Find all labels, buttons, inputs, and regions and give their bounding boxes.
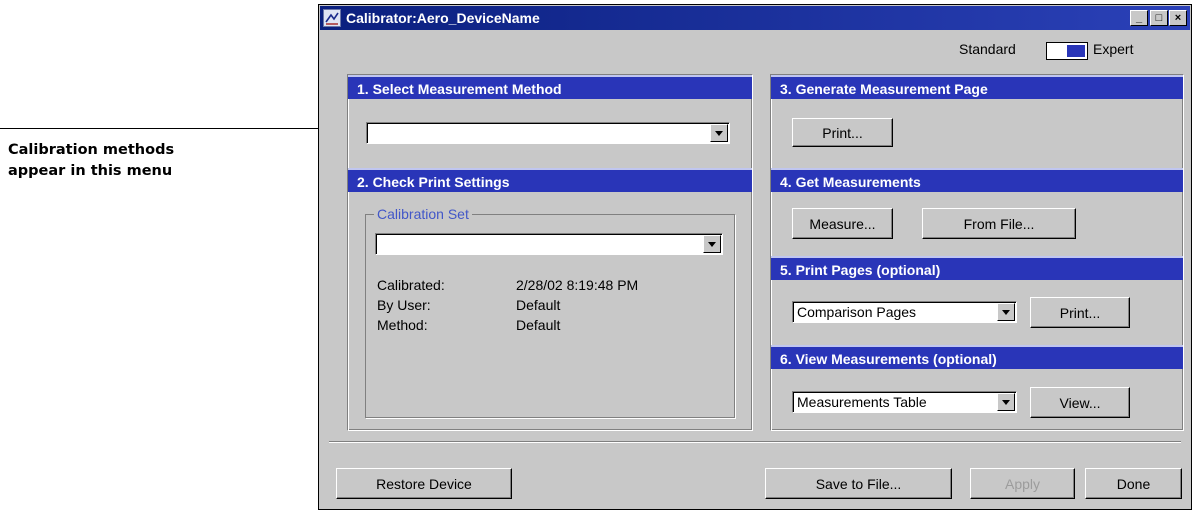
minimize-button[interactable]: _ (1130, 10, 1148, 26)
standard-label: Standard (959, 41, 1016, 57)
restore-device-button[interactable]: Restore Device (336, 468, 512, 499)
method-label: Method: (377, 317, 428, 333)
from-file-button[interactable]: From File... (922, 208, 1076, 239)
minimize-icon: _ (1135, 11, 1143, 24)
calibration-set-group: Calibration Set Calibrated: 2/28/02 8:19… (365, 206, 735, 418)
calibrator-window: Calibrator:Aero_DeviceName _ □ × Standar… (318, 4, 1192, 510)
expert-label: Expert (1093, 41, 1134, 57)
section-4-header: 4. Get Measurements (771, 168, 1183, 192)
section-2-header: 2. Check Print Settings (348, 168, 752, 192)
section-6-header: 6. View Measurements (optional) (771, 345, 1183, 369)
generate-print-button[interactable]: Print... (792, 118, 893, 147)
calibrated-label: Calibrated: (377, 277, 445, 293)
left-panel: 1. Select Measurement Method 2. Check Pr… (347, 74, 753, 431)
measure-button[interactable]: Measure... (792, 208, 893, 239)
print-pages-button[interactable]: Print... (1030, 297, 1130, 328)
save-to-file-button[interactable]: Save to File... (765, 468, 952, 499)
measurement-method-select[interactable] (366, 122, 730, 144)
title-bar: Calibrator:Aero_DeviceName _ □ × (320, 6, 1190, 30)
chevron-down-icon (710, 124, 728, 142)
mode-toggle-knob (1067, 45, 1085, 57)
section-1-header: 1. Select Measurement Method (348, 75, 752, 99)
print-pages-value: Comparison Pages (797, 304, 917, 320)
callout-line-1: Calibration methods (8, 142, 175, 158)
done-button[interactable]: Done (1085, 468, 1182, 499)
chevron-down-icon (703, 235, 721, 253)
calibration-set-label: Calibration Set (374, 206, 472, 222)
by-user-label: By User: (377, 297, 431, 313)
close-button[interactable]: × (1169, 10, 1187, 26)
right-panel: 3. Generate Measurement Page Print... 4.… (770, 74, 1184, 431)
maximize-icon: □ (1155, 11, 1163, 24)
section-3-header: 3. Generate Measurement Page (771, 75, 1183, 99)
view-measurements-select[interactable]: Measurements Table (792, 391, 1017, 413)
view-button[interactable]: View... (1030, 387, 1130, 418)
window-title: Calibrator:Aero_DeviceName (346, 10, 540, 26)
by-user-value: Default (516, 297, 561, 313)
chevron-down-icon (997, 303, 1015, 321)
mode-toggle[interactable] (1046, 42, 1088, 60)
print-pages-select[interactable]: Comparison Pages (792, 301, 1017, 323)
app-icon (323, 9, 341, 27)
view-measurements-value: Measurements Table (797, 394, 927, 410)
calibration-set-select[interactable] (375, 233, 723, 255)
maximize-button[interactable]: □ (1150, 10, 1168, 26)
method-value: Default (516, 317, 561, 333)
apply-button[interactable]: Apply (970, 468, 1075, 499)
callout-text: Calibration methods appear in this menu (8, 140, 174, 182)
footer-separator (329, 441, 1181, 443)
callout-line-2: appear in this menu (8, 163, 173, 179)
chevron-down-icon (997, 393, 1015, 411)
close-icon: × (1174, 11, 1182, 24)
calibrated-value: 2/28/02 8:19:48 PM (516, 277, 639, 293)
section-5-header: 5. Print Pages (optional) (771, 256, 1183, 280)
